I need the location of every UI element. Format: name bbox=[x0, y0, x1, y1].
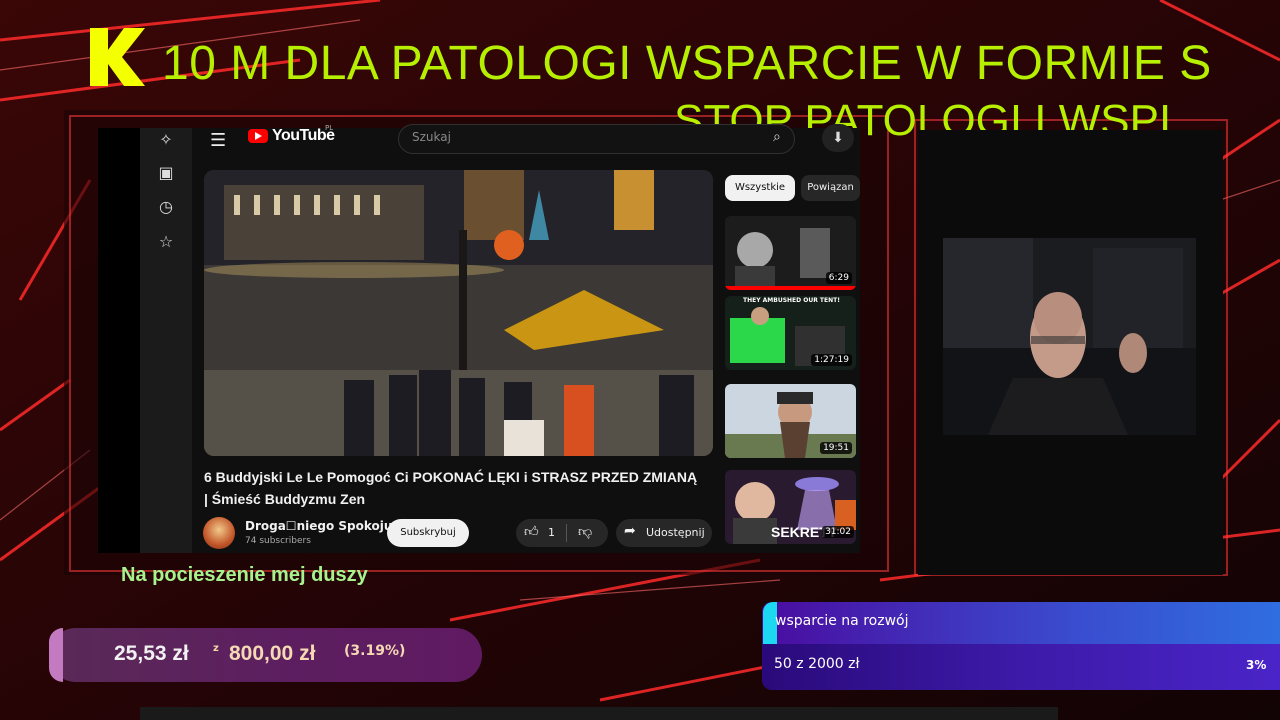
duration-badge: 1:27:19 bbox=[811, 354, 852, 366]
subscribe-button[interactable]: Subskrybuj bbox=[387, 519, 469, 547]
video-title: 6 Buddyjski Le Le Pomogoć Ci POKONAĆ LĘK… bbox=[204, 469, 698, 507]
k-logo-icon bbox=[90, 28, 145, 86]
search-icon[interactable]: ⌕ bbox=[773, 129, 781, 145]
recommended-thumbnail[interactable]: THEY AMBUSHED OUR TENT! 1:27:19 bbox=[725, 296, 856, 370]
goal-target-amount: 800,00 zł bbox=[229, 642, 316, 665]
recommended-thumbnail[interactable]: 6:29 bbox=[725, 216, 856, 290]
video-player[interactable] bbox=[204, 170, 713, 456]
search-placeholder: Szukaj bbox=[412, 130, 451, 144]
donation-goal-fill bbox=[49, 628, 63, 682]
star-icon[interactable]: ☆ bbox=[156, 232, 176, 252]
dislike-icon[interactable]: 👎︎ bbox=[578, 523, 592, 540]
left-black-rail bbox=[98, 128, 140, 553]
duration-badge: 31:02 bbox=[822, 526, 854, 538]
channel-name[interactable]: Droga☐niego Spokoju bbox=[245, 519, 392, 533]
channel-avatar[interactable] bbox=[203, 517, 235, 549]
bottom-strip bbox=[140, 707, 1058, 720]
rozwoj-goal-percent: 3% bbox=[1246, 658, 1267, 672]
sidebar-rail bbox=[140, 128, 192, 553]
duration-badge: 6:29 bbox=[825, 272, 852, 284]
mic-icon[interactable]: ⬇ bbox=[822, 124, 854, 152]
like-icon[interactable]: 👍︎ bbox=[524, 523, 539, 540]
goal-percent: (3.19%) bbox=[344, 643, 406, 659]
recommended-thumbnail[interactable]: 19:51 bbox=[725, 384, 856, 458]
search-input[interactable] bbox=[398, 124, 795, 154]
save-icon[interactable]: ▣ bbox=[156, 163, 176, 183]
like-separator bbox=[566, 524, 567, 542]
country-code: PL bbox=[325, 124, 334, 132]
sparkle-icon[interactable]: ✧ bbox=[156, 130, 176, 150]
ticker-line-1: 10 M DLA PATOLOGI WSPARCIE W FORMIE S bbox=[162, 37, 1212, 90]
donation-caption: Na pocieszenie mej duszy bbox=[121, 564, 368, 586]
goal-separator: z bbox=[213, 643, 219, 654]
recommended-thumbnail[interactable]: SEKRETY 31:02 bbox=[725, 470, 856, 544]
rozwoj-goal-progress: 50 z 2000 zł bbox=[774, 656, 860, 672]
goal-current-amount: 25,53 zł bbox=[114, 642, 189, 665]
share-label: Udostępnij bbox=[646, 526, 705, 539]
thumbnail-caption: THEY AMBUSHED OUR TENT! bbox=[743, 297, 840, 304]
webcam-feed bbox=[943, 238, 1196, 435]
duration-badge: 19:51 bbox=[820, 442, 852, 454]
history-icon[interactable]: ◷ bbox=[156, 197, 176, 217]
youtube-logo-icon[interactable] bbox=[248, 129, 268, 143]
menu-icon[interactable]: ☰ bbox=[210, 130, 226, 151]
like-count: 1 bbox=[548, 526, 555, 539]
chip-related[interactable]: Powiązan bbox=[801, 175, 860, 201]
rozwoj-goal-title: wsparcie na rozwój bbox=[775, 613, 909, 629]
subscriber-count: 74 subscribers bbox=[245, 536, 311, 546]
chip-all[interactable]: Wszystkie bbox=[725, 175, 795, 201]
share-icon[interactable]: ➦ bbox=[624, 523, 636, 539]
